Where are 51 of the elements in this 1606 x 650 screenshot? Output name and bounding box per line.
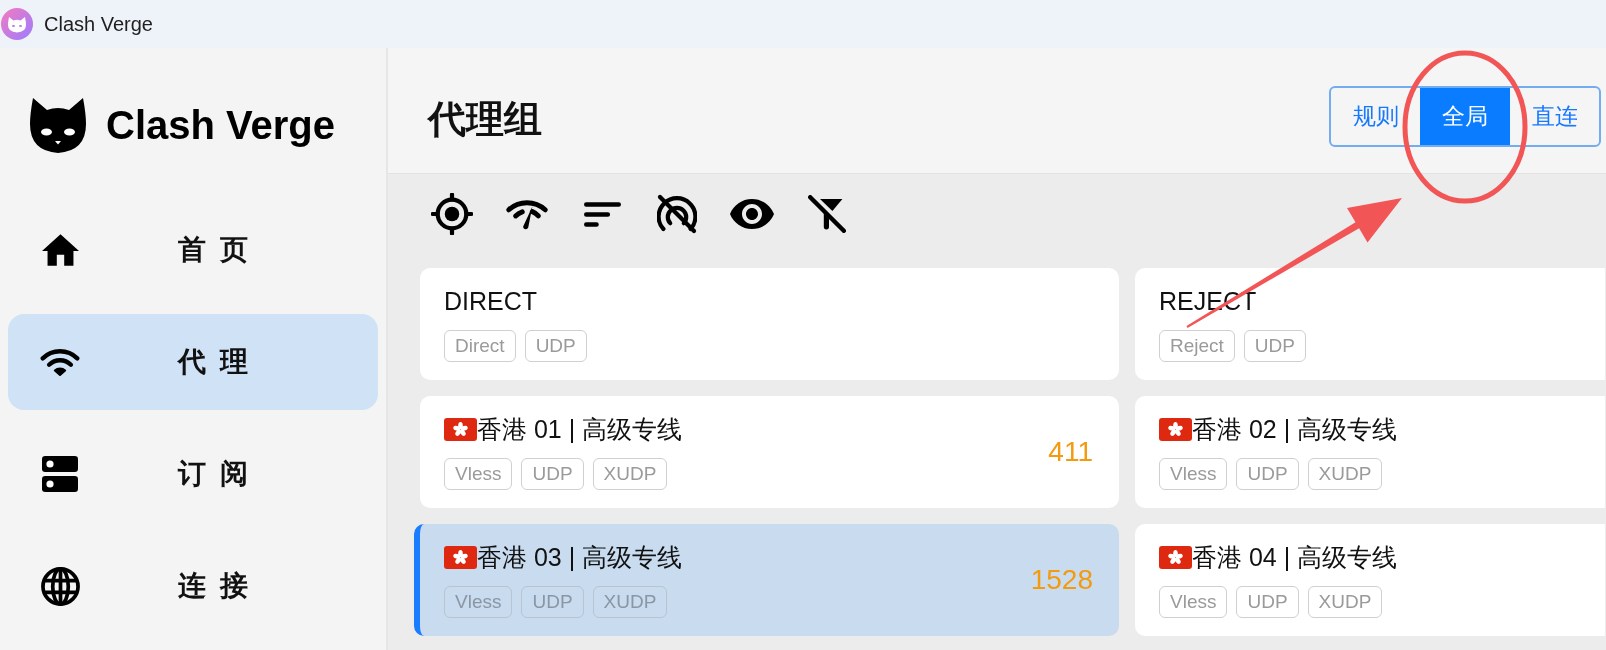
nav-item[interactable]: 连接 [8, 538, 378, 634]
proxy-tag: Direct [444, 330, 516, 362]
cat-logo-icon [28, 96, 88, 154]
nav-item[interactable]: 首页 [8, 202, 378, 298]
proxy-card[interactable]: 香港 03 | 高级专线 Vless UDP XUDP 1528 [414, 524, 1119, 636]
signal-off-icon [657, 194, 697, 234]
proxy-tag: Vless [444, 586, 513, 618]
proxy-card[interactable]: 香港 01 | 高级专线 Vless UDP XUDP 411 [420, 396, 1119, 508]
proxy-card[interactable]: DIRECT Direct UDP [420, 268, 1119, 380]
proxy-tag: Vless [1159, 586, 1228, 618]
proxy-name: 香港 03 | 高级专线 [477, 542, 683, 572]
mode-tab[interactable]: 直连 [1510, 88, 1599, 145]
filter-off-icon [808, 195, 846, 233]
proxy-tag: Reject [1159, 330, 1235, 362]
mode-tab[interactable]: 规则 [1331, 88, 1420, 145]
server-icon [42, 456, 78, 492]
target-icon [431, 193, 473, 235]
toolbar-button[interactable] [429, 191, 475, 237]
proxy-name: 香港 04 | 高级专线 [1192, 542, 1398, 572]
nav-item[interactable]: 代理 [8, 314, 378, 410]
proxy-card[interactable]: 香港 04 | 高级专线 Vless UDP XUDP [1135, 524, 1605, 636]
proxy-tag: XUDP [1307, 458, 1383, 490]
proxy-tag: UDP [1243, 330, 1306, 362]
proxy-card[interactable]: 香港 02 | 高级专线 Vless UDP XUDP [1135, 396, 1605, 508]
proxy-name: DIRECT [444, 286, 538, 316]
proxy-tag: UDP [1236, 586, 1299, 618]
proxy-tag: UDP [521, 586, 584, 618]
proxy-tag: Vless [1159, 458, 1228, 490]
sort-icon [583, 201, 621, 227]
proxy-tag: Vless [444, 458, 513, 490]
gauge-icon [506, 198, 548, 230]
proxy-name: 香港 02 | 高级专线 [1192, 414, 1398, 444]
home-icon [41, 233, 79, 267]
proxy-tag: UDP [1236, 458, 1299, 490]
proxy-tag: XUDP [592, 458, 668, 490]
logo-text: Clash Verge [106, 102, 335, 149]
wifi-icon [40, 347, 80, 377]
window-title: Clash Verge [44, 12, 153, 37]
globe-icon [40, 566, 80, 606]
eye-icon [730, 199, 774, 229]
delay-value: 1528 [1030, 563, 1093, 597]
proxy-tag: UDP [521, 458, 584, 490]
proxy-name: 香港 01 | 高级专线 [477, 414, 683, 444]
proxy-tag: XUDP [1307, 586, 1383, 618]
cat-app-icon [1, 8, 33, 40]
nav-item[interactable]: 订阅 [8, 426, 378, 522]
page-title: 代理组 [428, 97, 542, 142]
mode-tab[interactable]: 全局 [1420, 88, 1510, 145]
proxy-tag: UDP [524, 330, 587, 362]
proxy-tag: XUDP [592, 586, 668, 618]
delay-value: 411 [1048, 435, 1093, 469]
